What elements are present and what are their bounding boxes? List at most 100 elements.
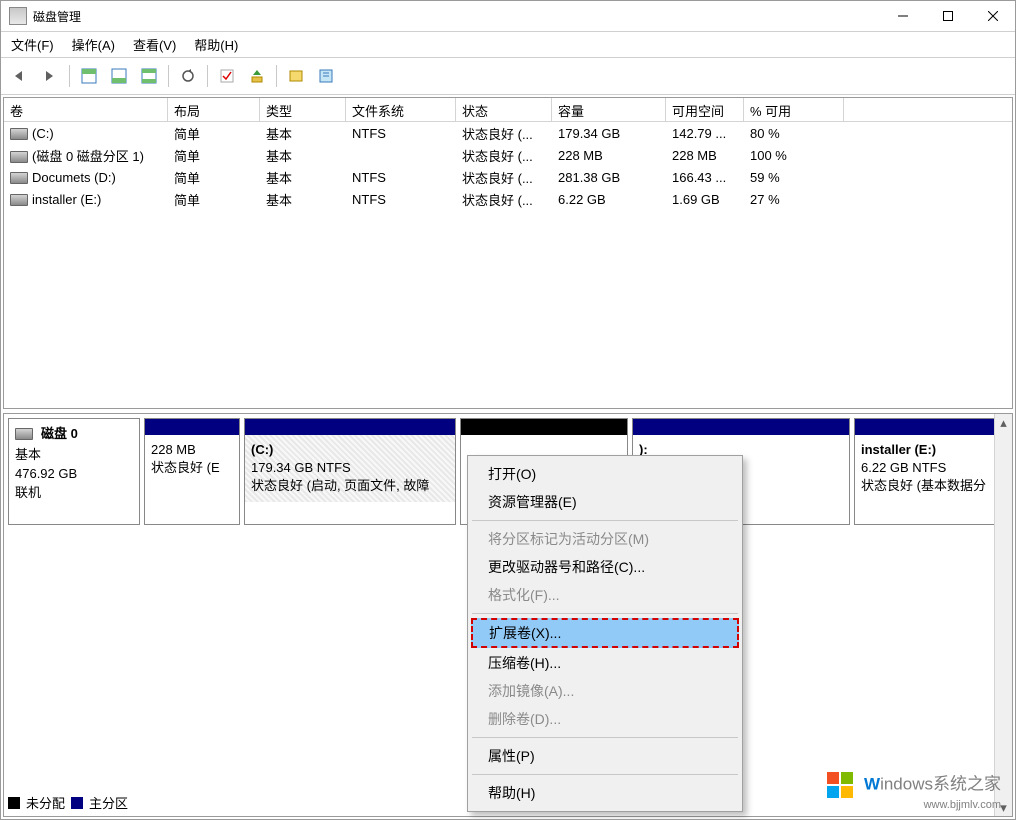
watermark: Windows系统之家 www.bjjmlv.com — [827, 772, 1001, 813]
partition[interactable]: (C:)179.34 GB NTFS状态良好 (启动, 页面文件, 故障 — [244, 418, 456, 525]
volume-pct: 59 % — [744, 169, 844, 186]
volume-list-body: (C:)简单基本NTFS状态良好 (...179.34 GB142.79 ...… — [4, 122, 1012, 210]
col-fs[interactable]: 文件系统 — [346, 98, 456, 121]
menu-action[interactable]: 操作(A) — [72, 35, 115, 54]
legend: 未分配 主分区 — [8, 793, 128, 812]
col-pct[interactable]: % 可用 — [744, 98, 844, 121]
volume-fs — [346, 154, 456, 156]
ctx-add-mirror: 添加镜像(A)... — [470, 677, 740, 705]
menu-view[interactable]: 查看(V) — [133, 35, 176, 54]
volume-status: 状态良好 (... — [456, 167, 552, 188]
volume-row[interactable]: (磁盘 0 磁盘分区 1)简单基本状态良好 (...228 MB228 MB10… — [4, 144, 1012, 166]
ctx-sep-2 — [472, 613, 738, 614]
col-volume[interactable]: 卷 — [4, 98, 168, 121]
partition[interactable]: installer (E:) 6.22 GB NTFS 状态良好 (基本数据分 — [854, 418, 1008, 525]
volume-name: Documets (D:) — [32, 170, 116, 185]
toolbar-sep-4 — [276, 65, 277, 87]
partition-line1: 6.22 GB NTFS — [861, 460, 946, 475]
ctx-help[interactable]: 帮助(H) — [470, 779, 740, 807]
ctx-shrink-volume[interactable]: 压缩卷(H)... — [470, 649, 740, 677]
upload-icon[interactable] — [244, 63, 270, 89]
toolbar-sep-3 — [207, 65, 208, 87]
ctx-delete-volume: 删除卷(D)... — [470, 705, 740, 733]
volume-capacity: 179.34 GB — [552, 125, 666, 142]
disk-info[interactable]: 磁盘 0 基本 476.92 GB 联机 — [8, 418, 140, 525]
minimize-button[interactable] — [880, 2, 925, 31]
volume-capacity: 228 MB — [552, 147, 666, 164]
volume-status: 状态良好 (... — [456, 189, 552, 210]
disk-label: 磁盘 0 — [41, 425, 78, 444]
volume-layout: 简单 — [168, 189, 260, 210]
disk-icon — [15, 428, 33, 440]
partition-title: installer (E:) — [861, 442, 936, 457]
watermark-url: www.bjjmlv.com — [827, 798, 1001, 813]
volume-free: 142.79 ... — [666, 125, 744, 142]
partition-line1: 228 MB — [151, 442, 196, 457]
close-button[interactable] — [970, 2, 1015, 31]
ctx-format: 格式化(F)... — [470, 581, 740, 609]
partition-body: (C:)179.34 GB NTFS状态良好 (启动, 页面文件, 故障 — [245, 435, 455, 502]
volume-pct: 100 % — [744, 147, 844, 164]
volume-free: 166.43 ... — [666, 169, 744, 186]
disk-size: 476.92 GB — [15, 465, 133, 484]
partition-body: 228 MB状态良好 (E — [145, 435, 239, 483]
ctx-extend-volume[interactable]: 扩展卷(X)... — [471, 618, 739, 648]
legend-primary-label: 主分区 — [89, 793, 128, 812]
disk-state: 联机 — [15, 484, 133, 503]
partition-line1: 179.34 GB NTFS — [251, 460, 351, 475]
refresh-button[interactable] — [175, 63, 201, 89]
maximize-button[interactable] — [925, 2, 970, 31]
partition-bar — [245, 419, 455, 435]
tool-view-both[interactable] — [136, 63, 162, 89]
partition-body — [461, 435, 627, 447]
ctx-sep-4 — [472, 774, 738, 775]
volume-fs: NTFS — [346, 191, 456, 208]
volume-row[interactable]: Documets (D:)简单基本NTFS状态良好 (...281.38 GB1… — [4, 166, 1012, 188]
partition-bar — [633, 419, 849, 435]
volume-capacity: 281.38 GB — [552, 169, 666, 186]
volume-pct: 80 % — [744, 125, 844, 142]
ctx-open[interactable]: 打开(O) — [470, 460, 740, 488]
watermark-mid: indows — [880, 775, 933, 794]
menu-file[interactable]: 文件(F) — [11, 35, 54, 54]
volume-row[interactable]: installer (E:)简单基本NTFS状态良好 (...6.22 GB1.… — [4, 188, 1012, 210]
volume-type: 基本 — [260, 189, 346, 210]
col-free[interactable]: 可用空间 — [666, 98, 744, 121]
ctx-change-letter[interactable]: 更改驱动器号和路径(C)... — [470, 553, 740, 581]
volume-row[interactable]: (C:)简单基本NTFS状态良好 (...179.34 GB142.79 ...… — [4, 122, 1012, 144]
col-capacity[interactable]: 容量 — [552, 98, 666, 121]
tool-view-bottom[interactable] — [106, 63, 132, 89]
partition-line2: 状态良好 (基本数据分 — [861, 478, 986, 493]
scroll-up-icon[interactable]: ▴ — [996, 414, 1011, 431]
legend-unalloc-label: 未分配 — [26, 793, 65, 812]
ctx-explorer[interactable]: 资源管理器(E) — [470, 488, 740, 516]
partition-line2: 状态良好 (启动, 页面文件, 故障 — [251, 478, 429, 493]
drive-icon — [10, 151, 28, 163]
vertical-scrollbar[interactable]: ▴ ▾ — [994, 414, 1012, 816]
volume-type: 基本 — [260, 167, 346, 188]
window-title: 磁盘管理 — [33, 8, 81, 25]
back-button[interactable] — [7, 63, 33, 89]
menu-bar: 文件(F) 操作(A) 查看(V) 帮助(H) — [1, 32, 1015, 58]
volume-status: 状态良好 (... — [456, 145, 552, 166]
col-type[interactable]: 类型 — [260, 98, 346, 121]
checklist-icon[interactable] — [214, 63, 240, 89]
properties-icon[interactable] — [313, 63, 339, 89]
partition[interactable]: 228 MB状态良好 (E — [144, 418, 240, 525]
ctx-sep-1 — [472, 520, 738, 521]
context-menu: 打开(O) 资源管理器(E) 将分区标记为活动分区(M) 更改驱动器号和路径(C… — [467, 455, 743, 812]
legend-primary-swatch — [71, 797, 83, 809]
settings-icon[interactable] — [283, 63, 309, 89]
partition-bar — [145, 419, 239, 435]
col-status[interactable]: 状态 — [456, 98, 552, 121]
forward-button[interactable] — [37, 63, 63, 89]
col-layout[interactable]: 布局 — [168, 98, 260, 121]
ctx-properties[interactable]: 属性(P) — [470, 742, 740, 770]
tool-view-top[interactable] — [76, 63, 102, 89]
ctx-mark-active: 将分区标记为活动分区(M) — [470, 525, 740, 553]
volume-list: 卷 布局 类型 文件系统 状态 容量 可用空间 % 可用 (C:)简单基本NTF… — [3, 97, 1013, 409]
title-bar: 磁盘管理 — [1, 1, 1015, 32]
menu-help[interactable]: 帮助(H) — [194, 35, 238, 54]
drive-icon — [10, 128, 28, 140]
toolbar — [1, 58, 1015, 95]
